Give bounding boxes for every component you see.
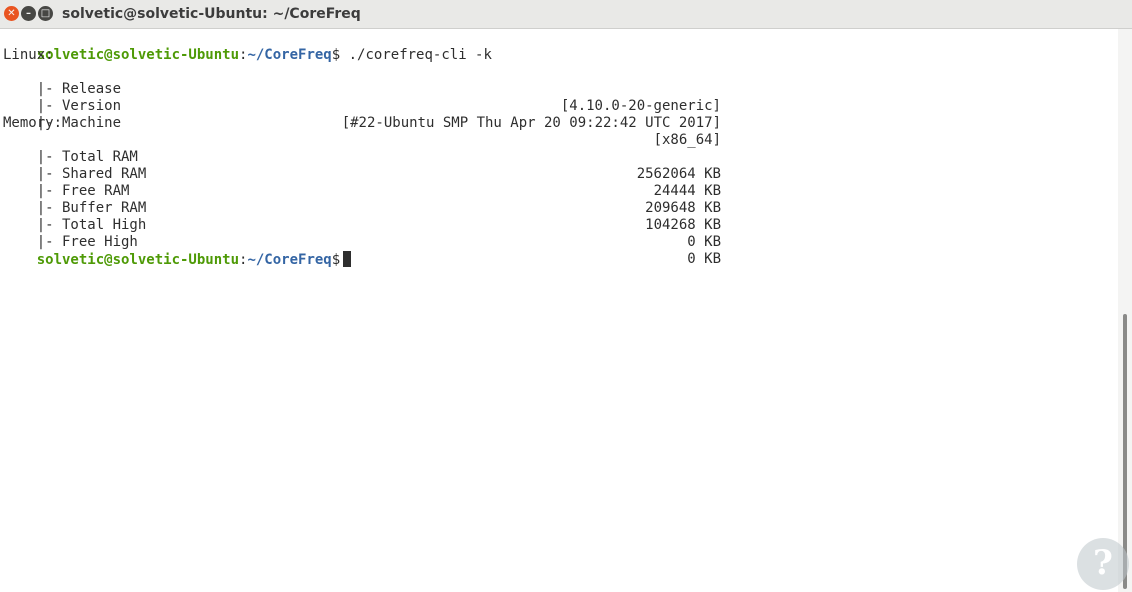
buffer-ram-row: |- Buffer RAM 104268 KB [3, 183, 721, 233]
memory-header: Memory: [3, 115, 63, 131]
shared-ram-row: |- Shared RAM 24444 KB [3, 149, 721, 199]
minimize-icon: – [26, 8, 31, 19]
prompt-symbol: $ [331, 47, 341, 63]
free-high-row: |- Free High 0 KB [3, 217, 721, 267]
prompt-symbol: $ [331, 252, 341, 268]
command-line: solvetic@solvetic-Ubuntu:~/CoreFreq$ ./c… [3, 30, 492, 63]
prompt-path: ~/CoreFreq [247, 252, 332, 268]
maximize-button[interactable]: □ [38, 6, 53, 21]
linux-header: Linux: [3, 47, 54, 63]
minimize-button[interactable]: – [21, 6, 36, 21]
prompt-user-host: solvetic@solvetic-Ubuntu [36, 252, 240, 268]
vertical-scrollbar[interactable] [1118, 29, 1132, 592]
machine-row: |- Machine [x86_64] [3, 98, 721, 148]
prompt-line: solvetic@solvetic-Ubuntu:~/CoreFreq$ [3, 234, 352, 268]
release-row: |- Release [4.10.0-20-generic] [3, 64, 721, 114]
free-ram-row: |- Free RAM 209648 KB [3, 166, 721, 216]
question-mark-icon: ? [1093, 543, 1113, 583]
text-cursor [343, 251, 352, 267]
maximize-icon: □ [40, 8, 51, 19]
window-titlebar: ✕ – □ solvetic@solvetic-Ubuntu: ~/CoreFr… [0, 0, 1132, 29]
total-high-row: |- Total High 0 KB [3, 200, 721, 250]
version-row: |- Version [#22-Ubuntu SMP Thu Apr 20 09… [3, 81, 721, 131]
watermark-logo: ? [1077, 538, 1129, 590]
prompt-path: ~/CoreFreq [247, 47, 332, 63]
prompt-user-host: solvetic@solvetic-Ubuntu [36, 47, 240, 63]
close-icon: ✕ [7, 8, 16, 19]
terminal-area[interactable]: solvetic@solvetic-Ubuntu:~/CoreFreq$ ./c… [0, 29, 1118, 592]
total-ram-row: |- Total RAM 2562064 KB [3, 132, 721, 182]
command-text: ./corefreq-cli -k [340, 47, 492, 63]
close-button[interactable]: ✕ [4, 6, 19, 21]
window-title: solvetic@solvetic-Ubuntu: ~/CoreFreq [62, 6, 361, 22]
